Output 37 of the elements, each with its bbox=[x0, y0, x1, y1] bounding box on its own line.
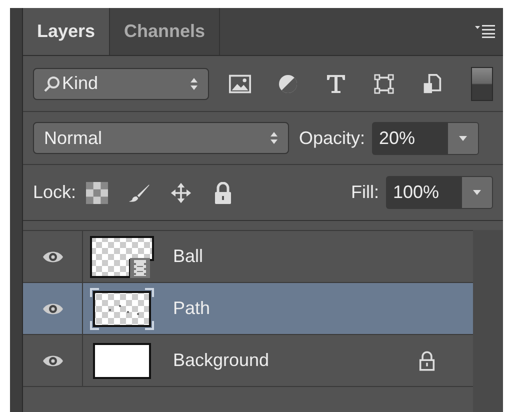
filter-value: Kind bbox=[62, 73, 100, 94]
move-icon[interactable] bbox=[170, 182, 192, 204]
image-filter-icon[interactable] bbox=[229, 74, 251, 94]
filter-toggle[interactable] bbox=[471, 66, 493, 100]
fill-dropdown-button[interactable] bbox=[461, 176, 493, 209]
eye-icon[interactable] bbox=[42, 302, 64, 316]
panel-menu-icon[interactable] bbox=[475, 24, 495, 38]
filter-dropdown[interactable]: Kind bbox=[33, 68, 209, 100]
updown-icon bbox=[190, 76, 198, 90]
adjustment-filter-icon[interactable] bbox=[277, 74, 299, 94]
layer-thumbnail bbox=[90, 288, 154, 330]
eye-icon[interactable] bbox=[42, 354, 64, 368]
caret-icon bbox=[473, 190, 481, 195]
eye-icon[interactable] bbox=[42, 250, 64, 264]
type-filter-icon[interactable] bbox=[325, 74, 347, 94]
smart-object-filter-icon[interactable] bbox=[421, 74, 443, 94]
caret-icon bbox=[459, 136, 468, 140]
shape-filter-icon[interactable] bbox=[373, 74, 395, 94]
fill-label: Fill: bbox=[351, 182, 379, 203]
blend-mode-value: Normal bbox=[44, 128, 104, 148]
layer-name: Background bbox=[173, 350, 270, 371]
layer-row[interactable]: Background bbox=[23, 335, 473, 387]
opacity-label: Opacity: bbox=[299, 128, 366, 148]
layer-row[interactable]: Path bbox=[23, 283, 473, 335]
blend-mode-dropdown[interactable]: Normal bbox=[33, 122, 289, 154]
lock-label: Lock: bbox=[33, 182, 76, 203]
fill-field[interactable]: 100% bbox=[386, 176, 461, 209]
layer-name: Ball bbox=[173, 246, 204, 267]
layer-thumbnail bbox=[90, 236, 154, 278]
opacity-field[interactable]: 20% bbox=[372, 122, 448, 154]
panel-tab[interactable]: Layers bbox=[23, 8, 110, 55]
lock-transparency-icon[interactable] bbox=[86, 182, 108, 204]
updown-icon bbox=[270, 131, 278, 145]
layer-name: Path bbox=[173, 298, 212, 319]
scrollbar-track[interactable] bbox=[473, 230, 503, 412]
search-icon bbox=[44, 76, 60, 92]
opacity-dropdown-button[interactable] bbox=[447, 122, 480, 154]
